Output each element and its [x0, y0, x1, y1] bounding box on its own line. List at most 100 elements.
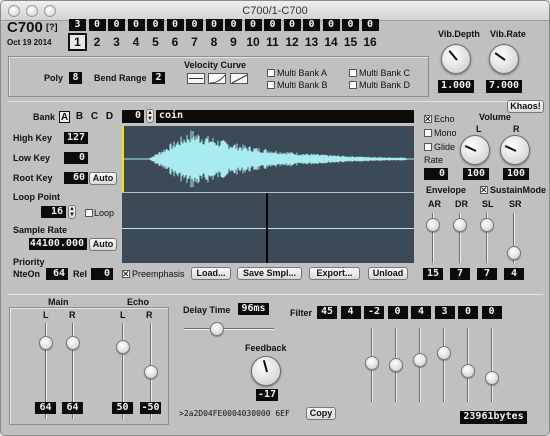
track-15-button[interactable]: 15: [341, 33, 360, 51]
main-r-slider-thumb[interactable]: [66, 336, 80, 350]
zoom-window-button[interactable]: [44, 5, 56, 17]
multibank-a-checkbox[interactable]: [267, 69, 275, 77]
track-9-button[interactable]: 9: [224, 33, 243, 51]
waveform-display[interactable]: [122, 126, 414, 192]
high-key-value[interactable]: 127: [64, 132, 88, 144]
program-number[interactable]: 0: [122, 110, 144, 123]
track-13-button[interactable]: 13: [302, 33, 321, 51]
vib-rate-value[interactable]: 7.000: [486, 80, 522, 93]
bank-d-button[interactable]: D: [104, 111, 115, 123]
low-key-value[interactable]: 0: [64, 152, 88, 164]
glide-rate-value[interactable]: 0: [424, 168, 448, 180]
volume-r-knob[interactable]: [500, 135, 530, 165]
track-10-button[interactable]: 10: [244, 33, 263, 51]
sustain-mode-checkbox[interactable]: [480, 184, 488, 196]
loop-point-marker[interactable]: [266, 193, 268, 263]
envelope-ar-slider-thumb[interactable]: [426, 218, 440, 232]
filter-coef-2-value[interactable]: -2: [364, 306, 384, 319]
track-4-button[interactable]: 4: [127, 33, 146, 51]
envelope-dr-slider-thumb[interactable]: [453, 218, 467, 232]
envelope-sr-slider-thumb[interactable]: [507, 246, 521, 260]
filter-coef-3-value[interactable]: 0: [387, 306, 408, 319]
unload-button[interactable]: Unload: [368, 267, 408, 280]
close-window-button[interactable]: [8, 5, 20, 17]
vib-rate-knob[interactable]: [489, 44, 519, 74]
minimize-window-button[interactable]: [26, 5, 38, 17]
track-1-button[interactable]: 1: [68, 33, 87, 51]
echo-r-value[interactable]: -50: [140, 402, 161, 414]
envelope-sr-value[interactable]: 4: [504, 268, 524, 280]
loop-point-stepper[interactable]: ▲ ▼: [68, 205, 76, 219]
track-3-button[interactable]: 3: [107, 33, 126, 51]
feedback-value[interactable]: -17: [256, 389, 278, 401]
filter-coef-6-slider-thumb[interactable]: [461, 364, 475, 378]
mono-checkbox[interactable]: [424, 129, 432, 137]
track-14-button[interactable]: 14: [322, 33, 341, 51]
feedback-knob[interactable]: [251, 356, 281, 386]
bend-range-value[interactable]: 2: [152, 72, 165, 84]
echo-r-slider-thumb[interactable]: [144, 365, 158, 379]
rel-value[interactable]: 0: [91, 268, 113, 280]
delay-time-track[interactable]: [184, 328, 274, 330]
velocity-curve-flat-icon[interactable]: [187, 73, 205, 84]
filter-coef-1-value[interactable]: 4: [340, 306, 361, 319]
loop-point-value[interactable]: 16: [41, 206, 66, 218]
track-6-button[interactable]: 6: [166, 33, 185, 51]
main-l-slider-thumb[interactable]: [39, 336, 53, 350]
filter-coef-5-slider-thumb[interactable]: [437, 346, 451, 360]
track-8-button[interactable]: 8: [205, 33, 224, 51]
track-16-button[interactable]: 16: [361, 33, 380, 51]
delay-time-value[interactable]: 96ms: [238, 303, 269, 315]
multibank-c-checkbox[interactable]: [349, 69, 357, 77]
volume-l-value[interactable]: 100: [463, 168, 489, 180]
envelope-ar-value[interactable]: 15: [423, 268, 443, 280]
velocity-curve-exp-icon[interactable]: [208, 73, 226, 84]
filter-coef-2-slider-thumb[interactable]: [365, 356, 379, 370]
filter-coef-7-value[interactable]: 0: [481, 306, 502, 319]
nteon-value[interactable]: 64: [46, 268, 68, 280]
filter-coef-5-track[interactable]: [443, 328, 445, 402]
loop-checkbox[interactable]: [85, 209, 93, 217]
envelope-sl-value[interactable]: 7: [477, 268, 497, 280]
echo-l-slider-thumb[interactable]: [116, 340, 130, 354]
bank-b-button[interactable]: B: [74, 111, 85, 123]
main-r-value[interactable]: 64: [62, 402, 83, 414]
program-stepper[interactable]: ▲ ▼: [146, 109, 154, 123]
loop-display[interactable]: [122, 193, 414, 263]
filter-coef-0-value[interactable]: 45: [317, 306, 337, 319]
filter-coef-6-value[interactable]: 0: [458, 306, 478, 319]
filter-coef-4-value[interactable]: 4: [411, 306, 431, 319]
filter-coef-5-value[interactable]: 3: [434, 306, 455, 319]
glide-checkbox[interactable]: [424, 143, 432, 151]
delay-time-slider-thumb[interactable]: [210, 322, 224, 336]
track-7-button[interactable]: 7: [185, 33, 204, 51]
filter-coef-7-slider-thumb[interactable]: [485, 371, 499, 385]
copy-button[interactable]: Copy: [306, 407, 336, 420]
volume-l-knob[interactable]: [460, 135, 490, 165]
khaos-button[interactable]: Khaos!: [507, 100, 544, 113]
save-sample-button[interactable]: Save Smpl...: [237, 267, 302, 280]
volume-r-value[interactable]: 100: [503, 168, 529, 180]
main-l-value[interactable]: 64: [35, 402, 56, 414]
track-11-button[interactable]: 11: [263, 33, 282, 51]
multibank-d-checkbox[interactable]: [349, 81, 357, 89]
export-button[interactable]: Export...: [309, 267, 360, 280]
echo-l-value[interactable]: 50: [112, 402, 133, 414]
echo-checkbox[interactable]: [424, 113, 432, 125]
root-key-value[interactable]: 60: [64, 172, 88, 184]
track-5-button[interactable]: 5: [146, 33, 165, 51]
program-name-field[interactable]: coin: [156, 110, 414, 123]
sample-rate-value[interactable]: 44100.000: [29, 238, 87, 250]
poly-value[interactable]: 8: [69, 72, 82, 84]
filter-coef-3-slider-thumb[interactable]: [389, 358, 403, 372]
preemphasis-checkbox[interactable]: [122, 268, 130, 280]
multibank-b-checkbox[interactable]: [267, 81, 275, 89]
track-2-button[interactable]: 2: [88, 33, 107, 51]
help-link[interactable]: [?]: [46, 22, 58, 32]
vib-depth-value[interactable]: 1.000: [438, 80, 474, 93]
sample-rate-auto-button[interactable]: Auto: [89, 238, 117, 251]
bank-a-button[interactable]: A: [59, 111, 70, 123]
track-12-button[interactable]: 12: [283, 33, 302, 51]
load-button[interactable]: Load...: [191, 267, 231, 280]
bank-c-button[interactable]: C: [89, 111, 100, 123]
